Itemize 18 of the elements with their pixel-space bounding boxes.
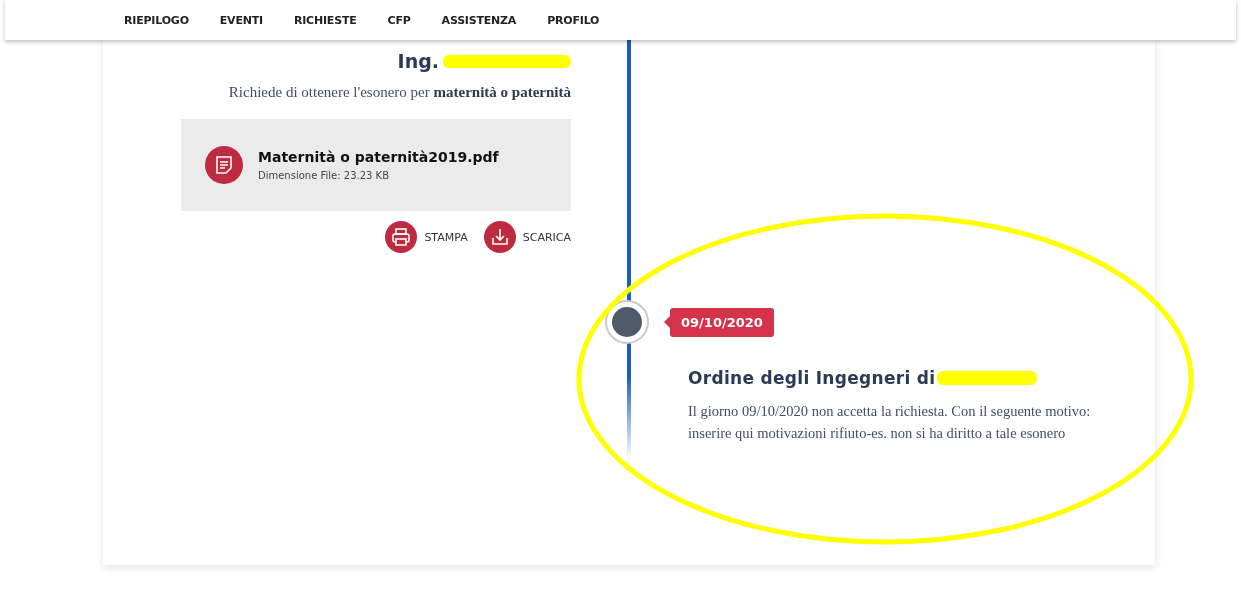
timeline-node-icon (605, 300, 649, 344)
file-size: Dimensione File: 23.23 KB (258, 170, 390, 181)
print-button[interactable]: STAMPA (385, 221, 468, 253)
nav-link[interactable]: CFP (387, 13, 411, 27)
request-description: Richiede di ottenere l'esonero per maternità o paternità (228, 84, 571, 101)
download-button[interactable]: SCARICA (483, 221, 571, 253)
file-name: Maternità o paternità2019.pdf (258, 149, 499, 165)
printer-icon (385, 221, 418, 253)
event-text: Il giorno 09/10/2020 non accetta la richiesta. Con il seguente motivo: inserire qui motivazioni rifiuto-es. non si ha diritto a tale esonero (688, 402, 1092, 443)
download-icon (483, 221, 516, 253)
request-title: Ing. (397, 50, 439, 72)
nav-link[interactable]: ASSISTENZA (441, 13, 517, 27)
nav-link[interactable]: RICHIESTE (293, 13, 357, 27)
document-icon (205, 146, 243, 184)
nav-link[interactable]: PROFILO (547, 13, 600, 27)
event-title: Ordine degli Ingegneri di (688, 368, 936, 388)
nav-link[interactable]: EVENTI (219, 13, 263, 27)
nav-link[interactable]: RIEPILOGO (124, 13, 189, 27)
